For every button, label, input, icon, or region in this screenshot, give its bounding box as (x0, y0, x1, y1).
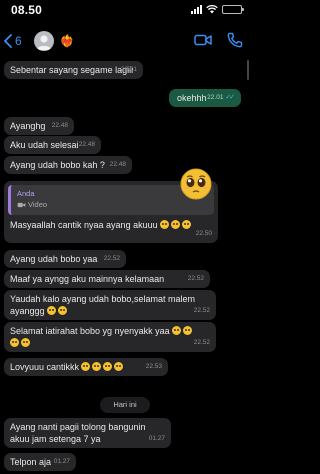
signal-icon (191, 5, 202, 14)
phone-icon[interactable] (226, 32, 244, 48)
message-incoming[interactable]: Selamat iatirahat bobo yg nyenyakk yaa 2… (4, 322, 216, 352)
header-actions (194, 32, 244, 48)
emoji-icon (159, 220, 169, 229)
chat-header: 6 ❤️‍🔥 (0, 26, 250, 56)
message-time: 22.52 (187, 275, 204, 282)
person-icon (36, 35, 52, 50)
emoji-icon (182, 326, 192, 335)
wifi-icon (206, 5, 218, 14)
message-time-value: 22.01 (207, 94, 224, 101)
message-time: 22.48 (51, 122, 68, 129)
avatar[interactable] (33, 31, 54, 51)
message-body: Selamat iatirahat bobo yg nyenyakk yaa (10, 325, 210, 349)
message-text: okehhh (177, 93, 207, 103)
message-incoming[interactable]: Yaudah kalo ayang udah bobo,selamat male… (4, 290, 216, 320)
quote-type: Video (17, 199, 47, 211)
pleading-face-sticker (180, 168, 212, 200)
message-text: Ayanghg (10, 121, 46, 131)
message-incoming[interactable]: Ayang udah bobo yaa 22.52 (4, 250, 126, 268)
message-time: 22.52 (103, 255, 120, 262)
emoji-icon (46, 306, 56, 315)
message-outgoing[interactable]: okehhh 22.01 ✓✓ (169, 89, 241, 107)
message-text: Telpon aja (10, 457, 52, 467)
battery-icon (222, 5, 244, 14)
message-text: Aku udah selesai (10, 140, 79, 150)
emoji-icon (103, 362, 113, 371)
chat-area[interactable]: Sebentar sayang segame lagiii 22.01 okeh… (0, 56, 250, 474)
message-time: 22.50 (195, 230, 212, 237)
quoted-message[interactable]: Anda Video (8, 168, 214, 215)
message-text: Lovyuuu cantikkk (10, 362, 80, 372)
message-text: Sebentar sayang segame lagiii (10, 65, 134, 75)
message-time: 01.27 (148, 435, 165, 442)
back-unread-count: 6 (15, 34, 22, 48)
message-incoming[interactable]: Ayang udah bobo kah ? 22.48 (4, 156, 132, 174)
message-text: Yaudah kalo ayang udah bobo,selamat male… (10, 294, 195, 316)
emoji-icon (81, 362, 91, 371)
message-text: Masyaallah cantik nyaa ayang akuuu (10, 220, 158, 230)
message-time: 01.27 (53, 458, 70, 465)
status-bar: 08.50 (0, 0, 250, 24)
message-time: 22.01 ✓✓ (207, 92, 235, 104)
message-time: 22.53 (145, 363, 162, 370)
message-reply[interactable]: Anda Video Masyaallah cantik nyaa ayang (4, 168, 218, 243)
message-text: Ayang nanti pagii tolong bangunin akuu j… (10, 422, 146, 444)
emoji-icon (10, 338, 19, 347)
message-time: 22.48 (109, 161, 126, 168)
message-body: Yaudah kalo ayang udah bobo,selamat male… (10, 293, 210, 317)
video-camera-icon (17, 202, 26, 208)
message-incoming[interactable]: Lovyuuu cantikkk 22.53 (4, 358, 168, 376)
message-time: 22.52 (193, 307, 210, 314)
contact-name[interactable]: ❤️‍🔥 (60, 34, 75, 48)
emoji-icon (21, 338, 30, 347)
back-button[interactable]: 6 (2, 34, 22, 48)
message-time: 22.01 (120, 66, 137, 73)
read-receipt-icon: ✓✓ (225, 94, 235, 101)
status-icons (191, 5, 244, 14)
message-text: Ayang udah bobo kah ? (10, 160, 105, 170)
emoji-icon (114, 362, 124, 371)
message-body: Masyaallah cantik nyaa ayang akuuu (10, 219, 191, 231)
message-incoming[interactable]: Maaf ya ayngg aku mainnya kelamaan 22.52 (4, 270, 210, 288)
emoji-icon (171, 326, 181, 335)
message-incoming[interactable]: Ayanghg 22.48 (4, 117, 74, 135)
emoji-icon (170, 220, 180, 229)
message-time: 22.52 (193, 339, 210, 346)
emoji-icon (92, 362, 102, 371)
message-text: Selamat iatirahat bobo yg nyenyakk yaa (10, 326, 170, 336)
message-time: 22.48 (78, 141, 95, 148)
message-text: Maaf ya ayngg aku mainnya kelamaan (10, 274, 165, 284)
quote-type-label: Video (28, 200, 48, 209)
date-separator: Hari ini (100, 397, 150, 413)
video-camera-icon[interactable] (194, 32, 212, 48)
message-body: Lovyuuu cantikkk (10, 361, 124, 373)
message-incoming[interactable]: Ayang nanti pagii tolong bangunin akuu j… (4, 418, 171, 448)
message-incoming[interactable]: Sebentar sayang segame lagiii 22.01 (4, 61, 143, 79)
message-text: Ayang udah bobo yaa (10, 254, 98, 264)
emoji-icon (181, 220, 191, 229)
chevron-left-icon (4, 34, 12, 48)
message-incoming[interactable]: Aku udah selesai 22.48 (4, 136, 101, 154)
scrollbar-thumb[interactable] (247, 60, 249, 80)
emoji-icon (57, 306, 67, 315)
status-time: 08.50 (11, 3, 43, 17)
message-incoming[interactable]: Telpon aja 01.27 (4, 453, 76, 471)
